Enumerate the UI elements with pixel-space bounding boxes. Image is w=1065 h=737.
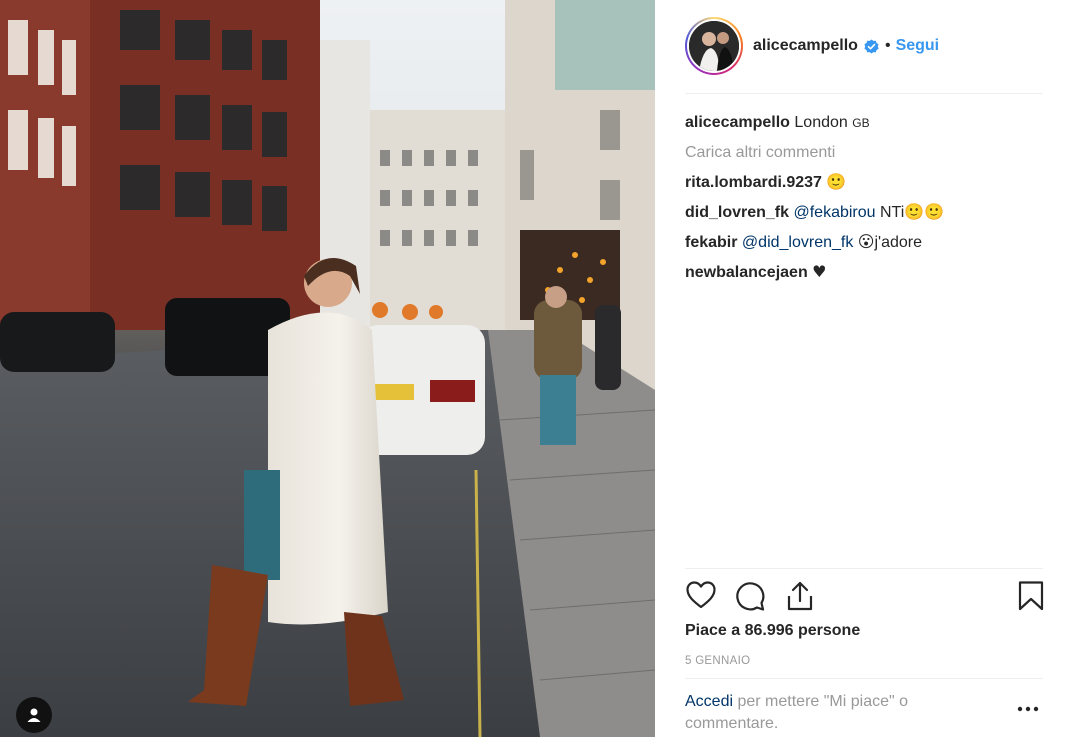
comment-emoji: 😮 (857, 232, 875, 251)
user-tag-button[interactable] (16, 697, 52, 733)
comment-emoji: 🙂 (826, 172, 847, 191)
post-photo[interactable] (0, 0, 655, 737)
actions-divider (685, 568, 1043, 569)
more-options-icon[interactable] (1017, 706, 1039, 712)
comment-username[interactable]: fekabir (685, 234, 737, 251)
comment-row: fekabir @did_lovren_fk 😮j'adore (685, 227, 1043, 257)
share-icon[interactable] (784, 580, 816, 612)
comment-emoji: ♥ (812, 262, 827, 281)
comment-text: j'adore (874, 234, 923, 251)
comment-row: rita.lombardi.9237 🙂 (685, 167, 1043, 197)
post-side-panel: alicecampello • Segui alicecampello Lond… (655, 0, 1065, 737)
header-divider (685, 93, 1043, 94)
comment-username[interactable]: newbalancejaen (685, 264, 808, 281)
caption-username[interactable]: alicecampello (685, 114, 790, 131)
post-actions-bar (685, 580, 1045, 614)
user-tag-icon (27, 708, 41, 722)
bookmark-icon[interactable] (1017, 580, 1045, 612)
location-text: London (794, 114, 848, 131)
comment-mention[interactable]: @fekabirou (793, 204, 875, 221)
comment-text: NTi (880, 204, 905, 221)
caption-row: alicecampello London GB (685, 108, 1043, 138)
comment-username[interactable]: did_lovren_fk (685, 204, 789, 221)
comment-row: did_lovren_fk @fekabirou NTi🙂🙂 (685, 197, 1043, 227)
avatar (689, 21, 739, 71)
speech-bubble-icon[interactable] (734, 580, 766, 612)
verified-badge-icon (864, 38, 879, 54)
street-photo-illustration (0, 0, 655, 737)
comment-row: newbalancejaen ♥ (685, 257, 1043, 287)
location-country: GB (852, 116, 870, 130)
post-header: alicecampello • Segui (685, 14, 1043, 78)
follow-button[interactable]: Segui (896, 37, 940, 55)
comment-emoji: 🙂🙂 (904, 202, 945, 221)
avatar-story-ring[interactable] (685, 17, 743, 75)
login-prompt: Accedi per mettere "Mi piace" o commenta… (685, 691, 985, 735)
login-link[interactable]: Accedi (685, 693, 733, 710)
comment-mention[interactable]: @did_lovren_fk (742, 234, 853, 251)
comment-username[interactable]: rita.lombardi.9237 (685, 174, 822, 191)
heart-outline-icon[interactable] (685, 580, 717, 610)
separator-dot: • (884, 37, 891, 54)
header-username[interactable]: alicecampello (753, 37, 858, 55)
footer-divider (685, 678, 1043, 679)
load-more-comments-button[interactable]: Carica altri commenti (685, 138, 1043, 167)
post-date: 5 GENNAIO (685, 655, 751, 667)
comments-section: alicecampello London GB Carica altri com… (685, 108, 1043, 287)
likes-count[interactable]: Piace a 86.996 persone (685, 622, 860, 640)
